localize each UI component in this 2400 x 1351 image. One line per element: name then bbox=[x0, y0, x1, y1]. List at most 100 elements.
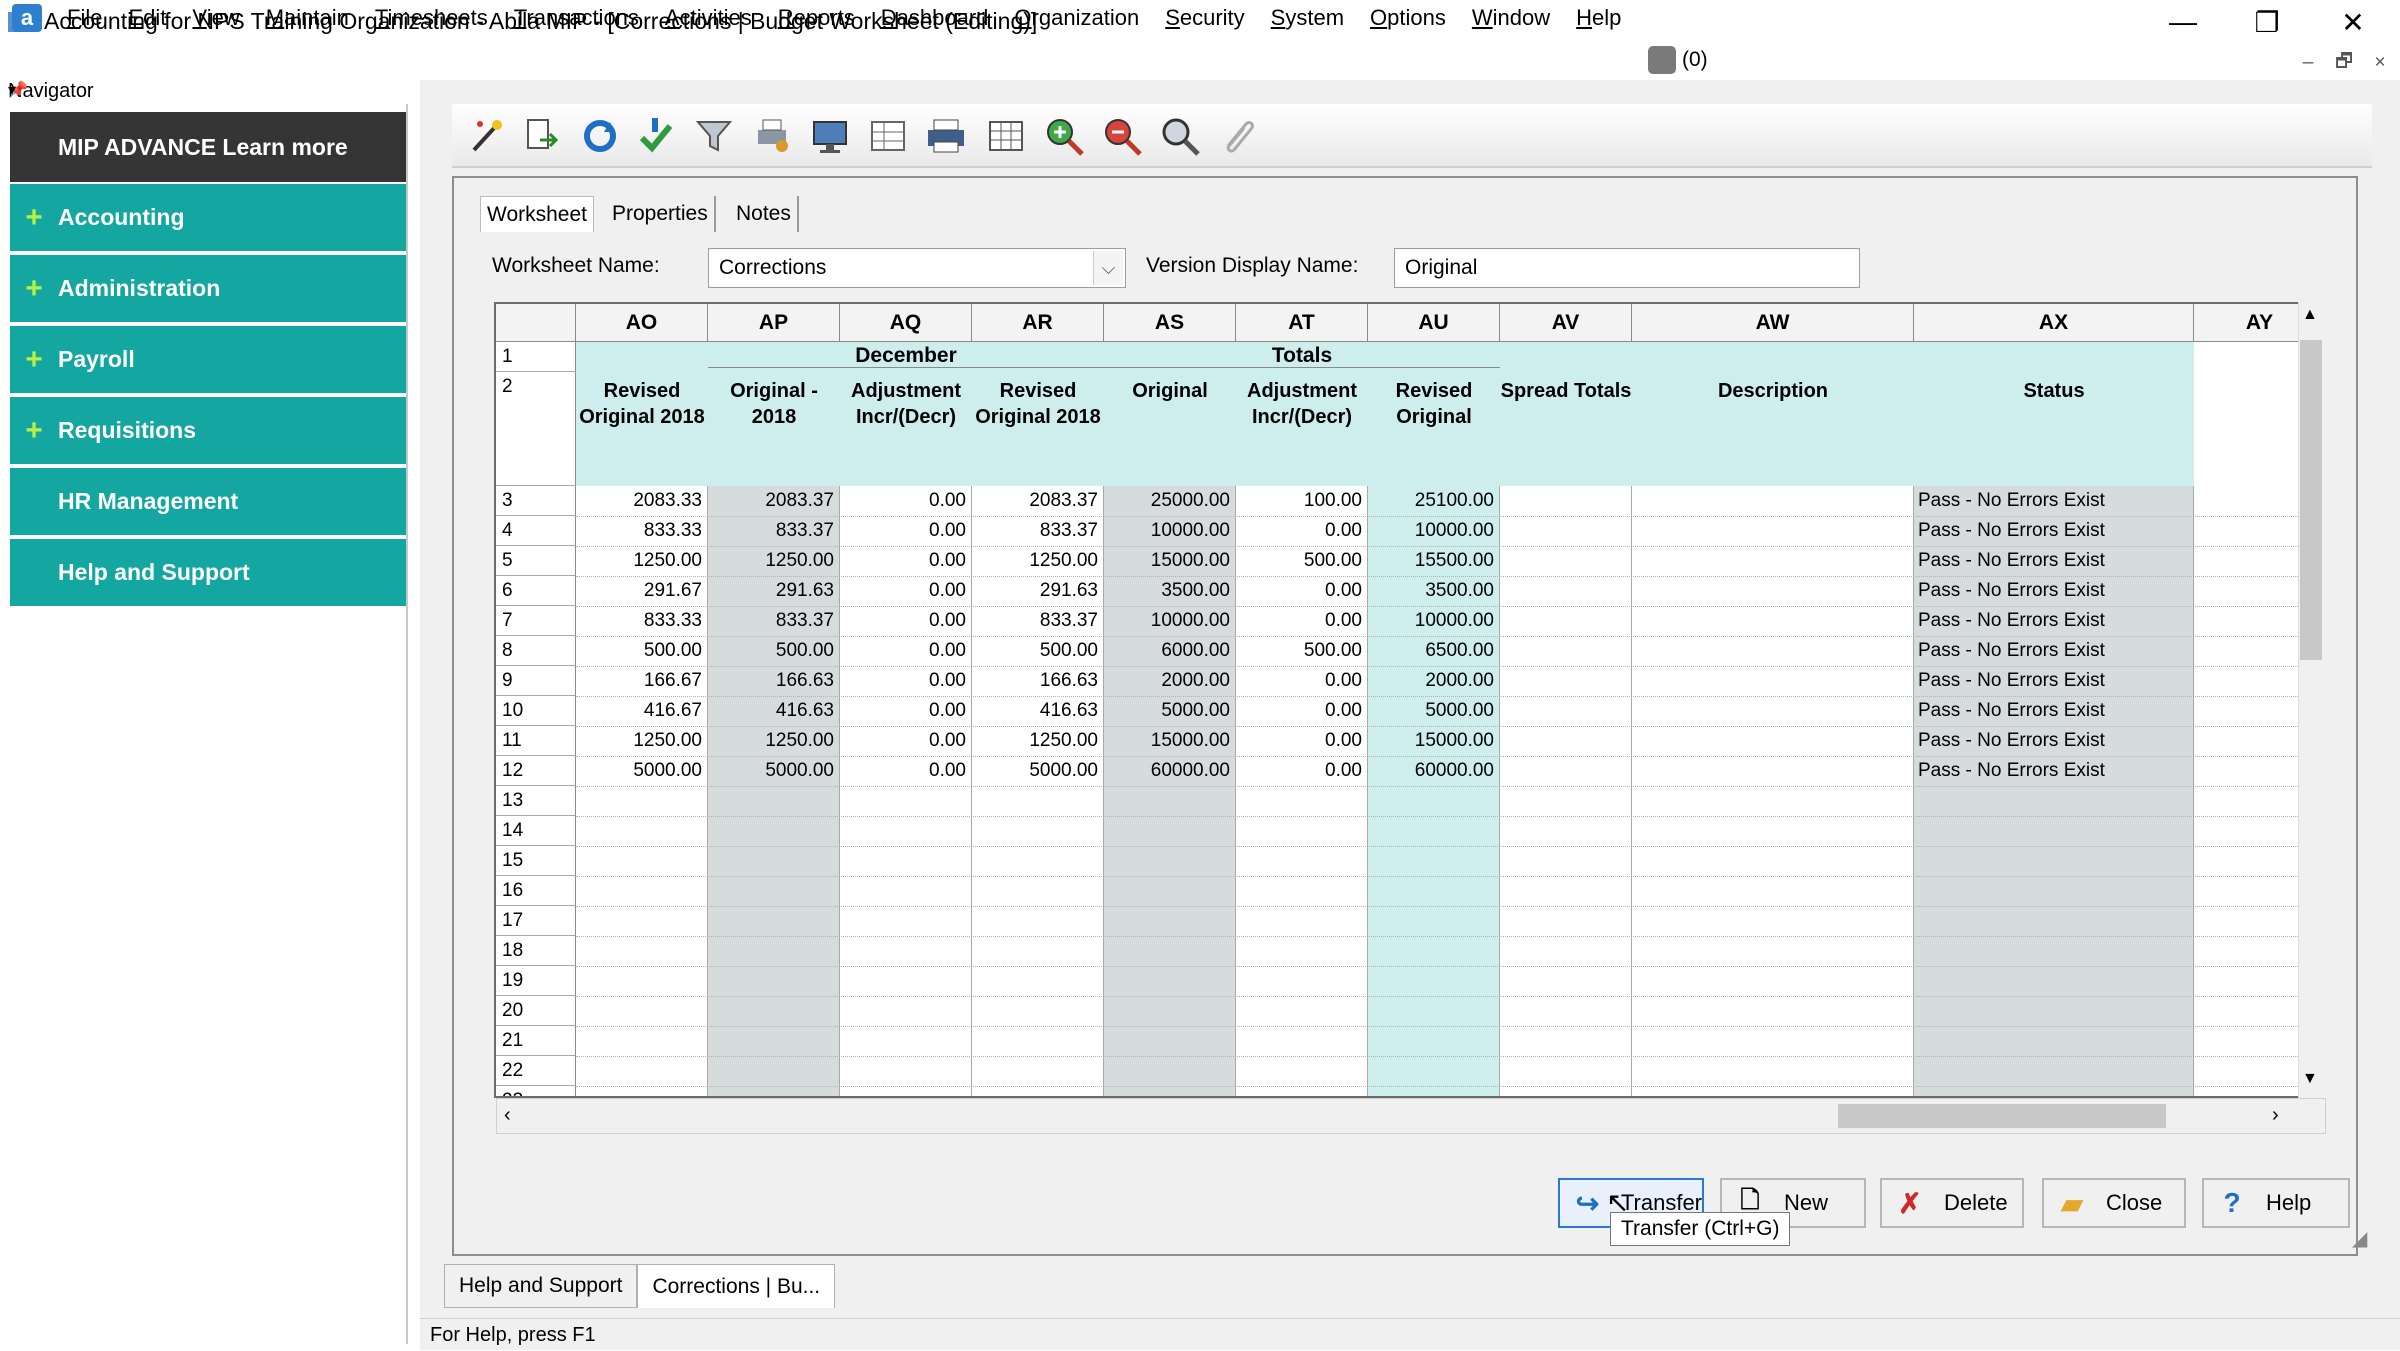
row-header[interactable]: 2 bbox=[496, 372, 576, 486]
cell-ax[interactable]: Pass - No Errors Exist bbox=[1918, 726, 2198, 756]
nav-item-hr-management[interactable]: HR Management bbox=[10, 468, 406, 535]
mdi-minimize-button[interactable]: – bbox=[2294, 50, 2322, 76]
cell-ap[interactable]: 416.63 bbox=[708, 696, 840, 726]
cell-au[interactable]: 10000.00 bbox=[1368, 606, 1500, 636]
menu-view[interactable]: View bbox=[179, 5, 252, 31]
cell-at[interactable]: 0.00 bbox=[1236, 516, 1368, 546]
cell-ao[interactable]: 416.67 bbox=[576, 696, 708, 726]
menu-timesheets[interactable]: Timesheets bbox=[362, 5, 501, 31]
cell-ao[interactable]: 833.33 bbox=[576, 606, 708, 636]
restore-button[interactable]: ❐ bbox=[2232, 0, 2302, 44]
menu-window[interactable]: Window bbox=[1459, 5, 1563, 31]
scroll-right-icon[interactable]: › bbox=[2272, 1104, 2279, 1127]
cell-ap[interactable]: 1250.00 bbox=[708, 726, 840, 756]
mdi-close-button[interactable]: × bbox=[2366, 50, 2394, 76]
cell-aq[interactable]: 0.00 bbox=[840, 726, 972, 756]
monitor-icon[interactable] bbox=[806, 112, 854, 160]
cell-au[interactable]: 10000.00 bbox=[1368, 516, 1500, 546]
cell-as[interactable]: 60000.00 bbox=[1104, 756, 1236, 786]
budget-grid[interactable]: 1234567891011121314151617181920212223 AO… bbox=[494, 302, 2326, 1098]
cell-ax[interactable]: Pass - No Errors Exist bbox=[1918, 546, 2198, 576]
column-header-ax[interactable]: AX bbox=[1914, 304, 2194, 342]
cell-ar[interactable]: 1250.00 bbox=[972, 546, 1104, 576]
menu-security[interactable]: Security bbox=[1152, 5, 1257, 31]
zoom-icon[interactable] bbox=[1156, 112, 1204, 160]
print-setup-icon[interactable] bbox=[748, 112, 796, 160]
tab-notes[interactable]: Notes bbox=[730, 196, 799, 232]
filter-icon[interactable] bbox=[690, 112, 738, 160]
cell-au[interactable]: 15000.00 bbox=[1368, 726, 1500, 756]
layout-icon[interactable] bbox=[864, 112, 912, 160]
cell-as[interactable]: 6000.00 bbox=[1104, 636, 1236, 666]
cell-ar[interactable]: 833.37 bbox=[972, 516, 1104, 546]
resize-grip-icon[interactable]: ◢ bbox=[2352, 1226, 2367, 1251]
row-header[interactable]: 19 bbox=[496, 966, 576, 996]
row-header[interactable]: 4 bbox=[496, 516, 576, 546]
cell-aq[interactable]: 0.00 bbox=[840, 516, 972, 546]
cell-as[interactable]: 2000.00 bbox=[1104, 666, 1236, 696]
close-window-button[interactable]: ✕ bbox=[2318, 0, 2388, 44]
cell-as[interactable]: 5000.00 bbox=[1104, 696, 1236, 726]
cell-ar[interactable]: 1250.00 bbox=[972, 726, 1104, 756]
help-button[interactable]: ? Help bbox=[2202, 1178, 2350, 1228]
nav-item-payroll[interactable]: + Payroll bbox=[10, 326, 406, 393]
mdi-restore-button[interactable]: 🗗 bbox=[2330, 50, 2358, 76]
chevron-down-icon[interactable]: ⌵ bbox=[1093, 251, 1123, 285]
scroll-up-icon[interactable]: ▲ bbox=[2302, 306, 2318, 324]
cell-ao[interactable]: 2083.33 bbox=[576, 486, 708, 516]
cell-at[interactable]: 0.00 bbox=[1236, 726, 1368, 756]
row-header[interactable]: 10 bbox=[496, 696, 576, 726]
row-header[interactable]: 18 bbox=[496, 936, 576, 966]
tab-worksheet[interactable]: Worksheet bbox=[480, 196, 594, 232]
cell-ao[interactable]: 1250.00 bbox=[576, 546, 708, 576]
column-header-aw[interactable]: AW bbox=[1632, 304, 1914, 342]
export-icon[interactable] bbox=[518, 112, 566, 160]
cell-ar[interactable]: 291.63 bbox=[972, 576, 1104, 606]
cell-at[interactable]: 0.00 bbox=[1236, 606, 1368, 636]
cell-ax[interactable]: Pass - No Errors Exist bbox=[1918, 636, 2198, 666]
dropdown-icon[interactable]: ▾ bbox=[8, 80, 16, 100]
notification-icon[interactable] bbox=[1648, 46, 1676, 74]
mip-advance-banner[interactable]: MIP ADVANCE Learn more bbox=[10, 112, 406, 182]
printer-icon[interactable] bbox=[922, 112, 970, 160]
attachment-icon[interactable] bbox=[1214, 112, 1262, 160]
row-header[interactable]: 11 bbox=[496, 726, 576, 756]
horizontal-scroll-thumb[interactable] bbox=[1838, 1104, 2166, 1128]
column-header-av[interactable]: AV bbox=[1500, 304, 1632, 342]
cell-ao[interactable]: 291.67 bbox=[576, 576, 708, 606]
delete-button[interactable]: ✗ Delete bbox=[1880, 1178, 2024, 1228]
cell-ap[interactable]: 1250.00 bbox=[708, 546, 840, 576]
cell-aq[interactable]: 0.00 bbox=[840, 636, 972, 666]
menu-dashboard[interactable]: Dashboard bbox=[868, 5, 1002, 31]
cell-ao[interactable]: 500.00 bbox=[576, 636, 708, 666]
cell-at[interactable]: 0.00 bbox=[1236, 756, 1368, 786]
row-header[interactable]: 14 bbox=[496, 816, 576, 846]
cell-at[interactable]: 0.00 bbox=[1236, 666, 1368, 696]
window-tab-help-and-support[interactable]: Help and Support bbox=[444, 1264, 638, 1308]
row-header[interactable]: 12 bbox=[496, 756, 576, 786]
cell-ap[interactable]: 2083.37 bbox=[708, 486, 840, 516]
grid-corner[interactable] bbox=[496, 304, 576, 342]
cell-aq[interactable]: 0.00 bbox=[840, 576, 972, 606]
row-header[interactable]: 15 bbox=[496, 846, 576, 876]
cell-at[interactable]: 100.00 bbox=[1236, 486, 1368, 516]
cell-ax[interactable]: Pass - No Errors Exist bbox=[1918, 516, 2198, 546]
column-header-at[interactable]: AT bbox=[1236, 304, 1368, 342]
column-header-as[interactable]: AS bbox=[1104, 304, 1236, 342]
row-header[interactable]: 8 bbox=[496, 636, 576, 666]
version-display-name-input[interactable]: Original bbox=[1394, 248, 1860, 288]
zoom-in-icon[interactable] bbox=[1040, 112, 1088, 160]
cell-ar[interactable]: 5000.00 bbox=[972, 756, 1104, 786]
cell-aq[interactable]: 0.00 bbox=[840, 486, 972, 516]
row-header[interactable]: 7 bbox=[496, 606, 576, 636]
window-tab-corrections[interactable]: Corrections | Bu... bbox=[637, 1264, 836, 1308]
cell-ao[interactable]: 833.33 bbox=[576, 516, 708, 546]
cell-ar[interactable]: 166.63 bbox=[972, 666, 1104, 696]
cell-as[interactable]: 3500.00 bbox=[1104, 576, 1236, 606]
cell-au[interactable]: 15500.00 bbox=[1368, 546, 1500, 576]
close-button[interactable]: ▰ Close bbox=[2042, 1178, 2186, 1228]
cell-ax[interactable]: Pass - No Errors Exist bbox=[1918, 486, 2198, 516]
worksheet-name-select[interactable]: Corrections ⌵ bbox=[708, 248, 1126, 288]
column-header-au[interactable]: AU bbox=[1368, 304, 1500, 342]
cell-at[interactable]: 500.00 bbox=[1236, 546, 1368, 576]
